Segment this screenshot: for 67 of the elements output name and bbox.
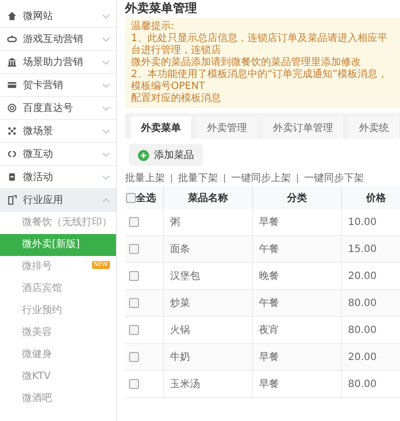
menu-item[interactable]: 贺卡营销 [0, 74, 116, 97]
home-icon [7, 11, 17, 21]
chevron-icon [102, 128, 110, 134]
checkbox[interactable] [129, 298, 139, 308]
chevron-icon [102, 198, 110, 202]
submenu-item[interactable]: 微餐饮（无线打印） [0, 212, 116, 234]
page-title: 外卖菜单管理 [125, 0, 198, 17]
batch-link[interactable]: 批量下架 [178, 171, 218, 185]
menu-item[interactable]: 微场景 [0, 120, 116, 143]
checkbox[interactable] [129, 244, 139, 254]
notice-text: 配置对应的模板消息 [131, 93, 222, 105]
table-cell: 20.00 [342, 344, 400, 370]
column-header: 菜品名称 [164, 186, 252, 209]
table-cell: 早餐 [252, 370, 342, 398]
tab[interactable]: 外卖管理 [197, 117, 257, 139]
table-cell: 午餐 [252, 290, 342, 316]
tab[interactable]: 外卖统 [349, 117, 399, 139]
menu-item[interactable]: 游戏互动营销 [0, 28, 116, 51]
add-dish-button[interactable]: 添加菜品 [129, 144, 203, 166]
batch-link[interactable]: 一键同步上架 [231, 171, 291, 185]
submenu-item[interactable]: 微健身 [0, 344, 116, 366]
batch-link[interactable]: 一键同步下架 [304, 171, 364, 185]
table-cell: 玉米汤 [164, 370, 252, 398]
chevron-icon [102, 174, 110, 180]
card-icon [7, 80, 17, 90]
menu-item[interactable]: 场景助力营销 [0, 51, 116, 74]
menu-item[interactable]: 微互动 [0, 143, 116, 166]
menu-item[interactable]: 行业应用 [0, 189, 116, 212]
chevron-icon [102, 106, 110, 110]
table-cell: 炒菜 [164, 290, 252, 316]
notice-heading: 温馨提示: [131, 21, 176, 32]
checkbox[interactable] [126, 192, 136, 203]
checkbox[interactable] [129, 352, 139, 362]
notice-text: 微外卖的菜品添加请到微餐饮的菜品管理里添加修改 [131, 57, 362, 68]
chevron-icon [102, 82, 110, 88]
submenu-item[interactable]: 微KTV [0, 366, 116, 388]
menu-item[interactable]: 百度直达号 [0, 97, 116, 120]
bank-icon [7, 57, 17, 67]
tab[interactable]: 外卖菜单 [131, 117, 191, 139]
column-header: 分类 [252, 186, 342, 209]
table-cell: 80.00 [342, 290, 400, 316]
table-cell: 牛奶 [164, 344, 252, 370]
table-cell: 15.00 [342, 236, 400, 262]
notice-text: 2、本功能使用了模板消息中的“订单完成通知”模板消息，模板编号OPENT [131, 69, 389, 92]
select-all-label: 全选 [136, 192, 156, 204]
target-icon [7, 103, 17, 113]
checkbox[interactable] [129, 270, 139, 281]
table-cell: 午餐 [252, 236, 342, 262]
table-cell: 面条 [164, 236, 252, 262]
dots-icon [7, 126, 17, 136]
chevron-icon [102, 60, 110, 64]
table-cell: 早餐 [252, 344, 342, 370]
checkbox[interactable] [129, 324, 139, 335]
batch-link[interactable]: 批量上架 [125, 171, 165, 185]
chevron-icon [102, 36, 110, 42]
chevron-icon [102, 14, 110, 18]
menu-item[interactable]: 微网站 [0, 5, 116, 28]
doc-icon [7, 195, 17, 205]
gamepad-icon [7, 34, 17, 44]
column-header: 价格 [342, 186, 400, 209]
chevron-icon [102, 152, 110, 156]
notice-text: 1、此处只显示总店信息，连锁店订单及菜品请进入相应平台进行管理，连锁店 [131, 33, 388, 56]
plus-icon [138, 150, 149, 160]
tab[interactable]: 外卖订单管理 [263, 117, 343, 139]
checkbox[interactable] [129, 216, 139, 227]
table-cell: 80.00 [342, 370, 400, 398]
checkbox[interactable] [129, 378, 139, 389]
